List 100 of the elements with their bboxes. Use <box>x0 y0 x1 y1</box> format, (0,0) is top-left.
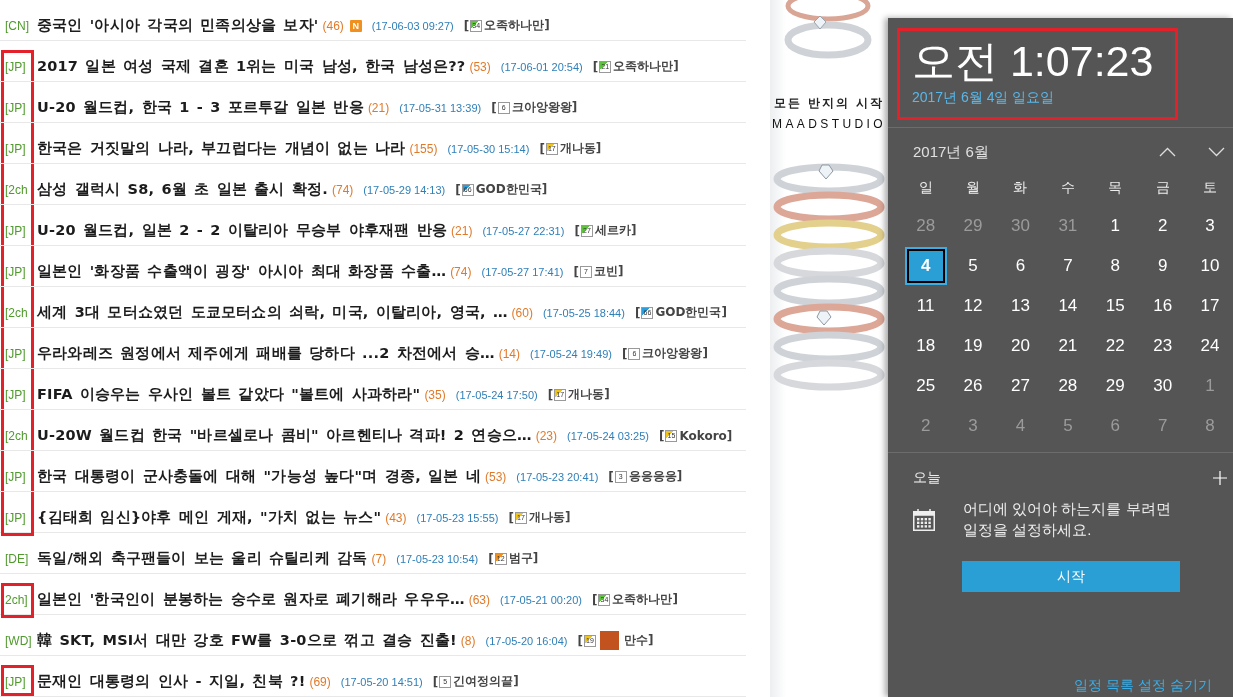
post-date: (17-05-23 15:55) <box>416 511 499 524</box>
calendar-day[interactable]: 1 <box>1094 207 1137 245</box>
category-tag: [DE] <box>1 533 34 573</box>
calendar-day[interactable]: 9 <box>1141 247 1184 285</box>
comment-count: (63) <box>468 592 490 607</box>
post-date: (17-06-03 09:27) <box>371 19 454 32</box>
post-date: (17-05-23 10:54) <box>396 552 479 565</box>
highlighted-category-tag: [JP] <box>1 328 34 368</box>
highlighted-category-tag: [JP] <box>1 451 34 491</box>
post-title-link[interactable]: 韓 SKT, MSI서 대만 강호 FW를 3-0으로 꺾고 결승 진출! <box>37 631 457 650</box>
post-date: (17-05-20 16:04) <box>485 634 568 647</box>
calendar-day[interactable]: 10 <box>1189 247 1232 285</box>
post-date: (17-05-29 14:13) <box>363 183 446 196</box>
post-date: (17-05-23 20:41) <box>516 470 599 483</box>
calendar-day[interactable]: 11 <box>904 287 947 325</box>
post-date: (17-05-30 15:14) <box>447 142 530 155</box>
post-date: (17-05-27 22:31) <box>482 224 565 237</box>
highlighted-category-tag: [JP] <box>1 205 34 245</box>
highlighted-category-tag: [2ch <box>1 410 34 450</box>
post-title-link[interactable]: 2017 일본 여성 국제 결혼 1위는 미국 남성, 한국 남성은?? <box>37 57 466 76</box>
highlighted-category-tag: [JP] <box>1 82 34 122</box>
post-title-link[interactable]: 한국은 거짓말의 나라, 부끄럽다는 개념이 없는 나라 <box>37 139 406 158</box>
highlighted-category-tag: [JP] <box>1 665 34 696</box>
highlighted-category-tag: [JP] <box>1 246 34 286</box>
calendar-day[interactable]: 15 <box>1094 287 1137 325</box>
calendar-day[interactable]: 13 <box>999 287 1042 325</box>
post-title-link[interactable]: 한국 대통령이 군사충돌에 대해 "가능성 높다"며 경종, 일본 네 <box>37 467 481 486</box>
post-title-link[interactable]: U-20 월드컵, 한국 1 - 3 포르투갈 일본 반응 <box>37 98 364 117</box>
post-date: (17-05-31 13:39) <box>399 101 482 114</box>
comment-count: (53) <box>469 59 491 74</box>
calendar-day[interactable]: 24 <box>1189 327 1232 365</box>
calendar-day[interactable]: 2 <box>1141 207 1184 245</box>
post-title-link[interactable]: 중국인 '아시아 각국의 민족의상을 보자' <box>37 16 319 35</box>
calendar-day[interactable]: 6 <box>999 247 1042 285</box>
comment-count: (74) <box>332 182 354 197</box>
calendar-day[interactable]: 27 <box>999 367 1042 405</box>
calendar-day[interactable]: 12 <box>952 287 995 325</box>
post-title-link[interactable]: 문재인 대통령의 인사 - 지일, 친북 ?! <box>37 672 306 691</box>
agenda-message: 어디에 있어야 하는지를 부려면 일정을 설정하세요. <box>963 499 1172 540</box>
calendar-day[interactable]: 20 <box>999 327 1042 365</box>
post-title-link[interactable]: U-20 월드컵, 일본 2 - 2 이탈리아 무승부 야후재팬 반응 <box>37 221 448 240</box>
calendar-day[interactable]: 26 <box>952 367 995 405</box>
calendar-day[interactable]: 21 <box>1046 327 1089 365</box>
calendar-day[interactable]: 18 <box>904 327 947 365</box>
comment-count: (46) <box>322 18 344 33</box>
post-date: (17-05-25 18:44) <box>542 306 625 319</box>
add-icon[interactable] <box>1213 471 1227 485</box>
highlighted-category-tag: [2ch <box>1 287 34 327</box>
calendar-day[interactable]: 7 <box>1046 247 1089 285</box>
post-date: (17-06-01 20:54) <box>500 60 583 73</box>
calendar-day[interactable]: 14 <box>1046 287 1089 325</box>
chevron-down-icon <box>1207 147 1225 157</box>
comment-count: (53) <box>485 469 507 484</box>
post-title-link[interactable]: {김태희 임신}야후 메인 게재, "가치 없는 뉴스" <box>37 508 382 527</box>
post-date: (17-05-21 00:20) <box>500 593 582 606</box>
calendar-day[interactable]: 22 <box>1094 327 1137 365</box>
calendar-day[interactable]: 17 <box>1189 287 1232 325</box>
comment-count: (35) <box>424 387 446 402</box>
highlighted-category-tag: [JP] <box>1 50 34 81</box>
weekday-label: 토 <box>1203 179 1218 197</box>
post-title-link[interactable]: 삼성 갤럭시 S8, 6월 초 일본 출시 확정. <box>37 180 328 199</box>
calendar-day[interactable]: 23 <box>1141 327 1184 365</box>
highlighted-category-tag: 2ch] <box>1 583 34 618</box>
highlighted-category-tag: [JP] <box>1 369 34 409</box>
post-date: (17-05-24 03:25) <box>567 429 649 442</box>
calendar-day[interactable]: 5 <box>952 247 995 285</box>
weekday-label: 일 <box>918 179 933 197</box>
weekday-label: 월 <box>966 179 981 197</box>
comment-count: (74) <box>450 264 472 279</box>
post-title-link[interactable]: 일본인 '한국인이 분봉하는 숭수로 원자로 폐기해라 우우우… <box>37 590 465 609</box>
post-title-link[interactable]: 세계 3대 모터쇼였던 도쿄모터쇼의 쇠락, 미국, 이탈리아, 영국, … <box>37 303 508 322</box>
comment-count: (23) <box>535 428 557 443</box>
comment-count: (69) <box>309 674 331 689</box>
comment-count: (43) <box>385 510 407 525</box>
calendar-day[interactable]: 16 <box>1141 287 1184 325</box>
comment-count: (155) <box>409 141 438 156</box>
highlighted-category-tag: [2ch <box>1 164 34 204</box>
post-title-link[interactable]: 일본인 '화장품 수출액이 굉장' 아시아 최대 화장품 수출… <box>37 262 447 281</box>
comment-count: (14) <box>498 346 520 361</box>
calendar-day[interactable]: 25 <box>904 367 947 405</box>
calendar-day[interactable]: 19 <box>952 327 995 365</box>
post-title-link[interactable]: 독일/해외 축구팬들이 보는 울리 슈틸리케 감독 <box>37 549 368 568</box>
post-date: (17-05-27 17:41) <box>481 265 564 278</box>
ad-tagline: 모든 반지의 시작 <box>774 96 884 111</box>
calendar-day[interactable]: 28 <box>1046 367 1089 405</box>
month-label[interactable]: 2017년 6월 <box>913 142 1155 162</box>
calendar-day[interactable]: 3 <box>1189 207 1232 245</box>
chevron-up-icon <box>1158 147 1176 157</box>
post-title-link[interactable]: FIFA 이승우는 우사인 볼트 같았다 "볼트에 사과하라" <box>37 385 421 404</box>
comment-count: (21) <box>451 223 473 238</box>
post-date: (17-05-20 14:51) <box>340 675 423 688</box>
category-tag: [CN] <box>1 0 34 40</box>
calendar-day[interactable]: 30 <box>1141 367 1184 405</box>
calendar-day[interactable]: 8 <box>1094 247 1137 285</box>
ad-brand-text: MAADSTUDIO <box>772 117 886 131</box>
post-date: (17-05-24 17:50) <box>455 388 538 401</box>
new-badge: N <box>349 19 362 32</box>
post-title-link[interactable]: U-20W 월드컵 한국 "바르셀로나 콤비" 아르헨티나 격파! 2 연승으… <box>37 426 532 445</box>
calendar-day[interactable]: 29 <box>1094 367 1137 405</box>
post-title-link[interactable]: 우라와레즈 원정에서 제주에게 패배를 당하다 ...2 차전에서 승… <box>37 344 495 363</box>
